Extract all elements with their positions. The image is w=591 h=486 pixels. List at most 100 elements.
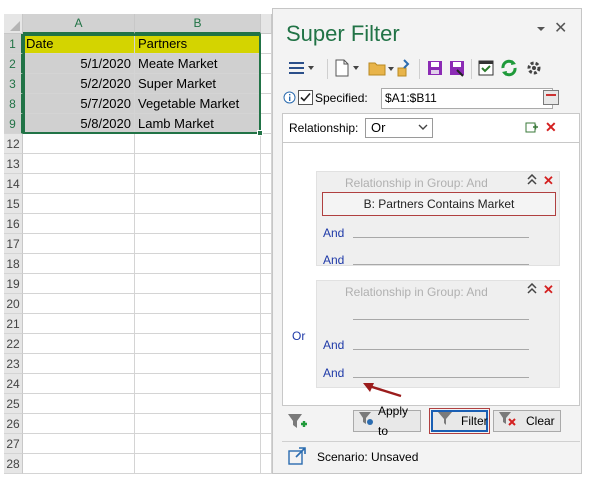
group-2-condition-3-line[interactable] <box>353 377 529 378</box>
cell-b[interactable] <box>135 214 261 234</box>
cell-c[interactable] <box>261 434 272 454</box>
row-header[interactable]: 23 <box>4 354 23 374</box>
cell-c[interactable] <box>261 154 272 174</box>
row-header[interactable]: 26 <box>4 414 23 434</box>
cell-a[interactable]: Date <box>23 34 135 54</box>
cell-a[interactable] <box>23 414 135 434</box>
cell-a[interactable] <box>23 214 135 234</box>
column-header-a[interactable]: A <box>23 14 135 34</box>
row-header[interactable]: 2 <box>4 54 23 74</box>
row-header[interactable]: 27 <box>4 434 23 454</box>
pane-options-icon[interactable] <box>536 21 546 37</box>
cell-a[interactable] <box>23 174 135 194</box>
row-header[interactable]: 20 <box>4 294 23 314</box>
fill-handle[interactable] <box>257 130 263 136</box>
cell-b[interactable] <box>135 314 261 334</box>
cell-b[interactable] <box>135 334 261 354</box>
refresh-button[interactable] <box>499 57 519 81</box>
row-header[interactable]: 13 <box>4 154 23 174</box>
cell-b[interactable]: Super Market <box>135 74 261 94</box>
cell-c[interactable] <box>261 254 272 274</box>
apply-to-button[interactable]: Apply to <box>353 404 421 438</box>
add-filter-icon[interactable] <box>287 412 307 435</box>
row-header[interactable]: 9 <box>4 114 23 134</box>
row-header[interactable]: 14 <box>4 174 23 194</box>
range-selector-button[interactable] <box>543 90 559 105</box>
collapse-group-1-icon[interactable] <box>527 173 537 189</box>
cell-c[interactable] <box>261 374 272 394</box>
cell-a[interactable] <box>23 434 135 454</box>
cell-b[interactable] <box>135 294 261 314</box>
row-header[interactable]: 21 <box>4 314 23 334</box>
cell-a[interactable]: 5/7/2020 <box>23 94 135 114</box>
group-1-and-label-2[interactable]: And <box>323 253 344 267</box>
cell-a[interactable] <box>23 234 135 254</box>
cell-c[interactable] <box>261 414 272 434</box>
cell-a[interactable] <box>23 294 135 314</box>
cell-a[interactable] <box>23 374 135 394</box>
cell-b[interactable] <box>135 154 261 174</box>
condition-1-row[interactable]: B: Partners Contains Market <box>322 192 556 216</box>
cell-b[interactable] <box>135 394 261 414</box>
group-2-and-label-2[interactable]: And <box>323 366 344 380</box>
row-header[interactable]: 1 <box>4 34 23 54</box>
cell-a[interactable] <box>23 334 135 354</box>
cell-b[interactable] <box>135 454 261 474</box>
cell-c[interactable] <box>261 314 272 334</box>
group-2-condition-1-line[interactable] <box>353 319 529 320</box>
cell-c[interactable] <box>261 454 272 474</box>
cell-c[interactable] <box>261 334 272 354</box>
cell-a[interactable] <box>23 134 135 154</box>
group-2-and-label-1[interactable]: And <box>323 338 344 352</box>
settings-button[interactable] <box>525 57 543 81</box>
collapse-group-2-icon[interactable] <box>527 282 537 298</box>
cell-a[interactable] <box>23 314 135 334</box>
cell-c[interactable] <box>261 234 272 254</box>
save-button[interactable] <box>426 57 444 81</box>
cell-b[interactable] <box>135 274 261 294</box>
cell-a[interactable]: 5/2/2020 <box>23 74 135 94</box>
delete-all-icon[interactable]: ✕ <box>545 119 557 136</box>
cell-b[interactable] <box>135 434 261 454</box>
row-header[interactable]: 19 <box>4 274 23 294</box>
clear-button[interactable]: Clear <box>493 410 561 432</box>
cell-c[interactable] <box>261 354 272 374</box>
cell-c[interactable] <box>261 274 272 294</box>
cell-b[interactable] <box>135 354 261 374</box>
filter-button[interactable]: Filter <box>429 408 490 434</box>
cell-c[interactable] <box>261 34 272 54</box>
specified-range-input[interactable]: $A1:$B11 <box>381 88 553 109</box>
row-header[interactable]: 3 <box>4 74 23 94</box>
cell-c[interactable] <box>261 294 272 314</box>
row-header[interactable]: 16 <box>4 214 23 234</box>
cell-a[interactable]: 5/8/2020 <box>23 114 135 134</box>
open-scenario-button[interactable] <box>368 57 412 81</box>
column-header-c[interactable] <box>261 14 272 34</box>
row-header[interactable]: 18 <box>4 254 23 274</box>
cell-a[interactable] <box>23 254 135 274</box>
row-header[interactable]: 12 <box>4 134 23 154</box>
open-link-icon[interactable] <box>288 447 306 468</box>
pane-close-icon[interactable]: ✕ <box>554 18 567 38</box>
cell-b[interactable]: Partners <box>135 34 261 54</box>
row-header[interactable]: 28 <box>4 454 23 474</box>
group-1-condition-3-line[interactable] <box>353 264 529 265</box>
cell-b[interactable] <box>135 134 261 154</box>
cell-a[interactable] <box>23 354 135 374</box>
or-label[interactable]: Or <box>292 329 305 343</box>
row-header[interactable]: 17 <box>4 234 23 254</box>
row-header[interactable]: 22 <box>4 334 23 354</box>
manage-scenarios-button[interactable] <box>477 57 495 81</box>
group-1-condition-2-line[interactable] <box>353 237 529 238</box>
column-header-b[interactable]: B <box>135 14 261 34</box>
row-header[interactable]: 25 <box>4 394 23 414</box>
cell-c[interactable] <box>261 194 272 214</box>
cell-c[interactable] <box>261 54 272 74</box>
cell-c[interactable] <box>261 94 272 114</box>
specified-checkbox[interactable] <box>298 90 313 108</box>
cell-a[interactable] <box>23 154 135 174</box>
cell-b[interactable] <box>135 414 261 434</box>
cell-c[interactable] <box>261 214 272 234</box>
cell-c[interactable] <box>261 394 272 414</box>
cell-c[interactable] <box>261 134 272 154</box>
